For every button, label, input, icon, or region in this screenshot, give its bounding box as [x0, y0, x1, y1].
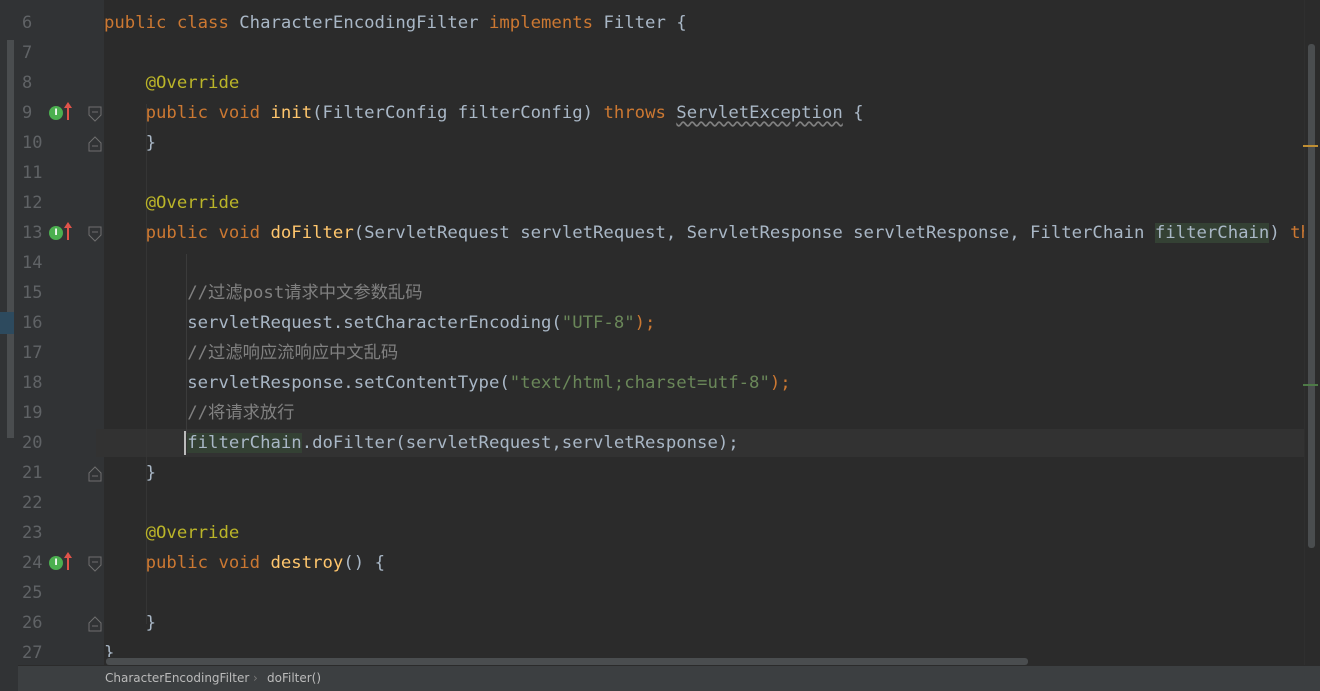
line-number: 8 — [22, 73, 33, 93]
code-line[interactable]: servletResponse.setContentType("text/htm… — [104, 368, 1304, 398]
gutter-line: 25 — [18, 578, 104, 608]
fold-end-icon[interactable] — [88, 136, 102, 152]
gutter-line: 8 — [18, 68, 104, 98]
warning-marker[interactable] — [1303, 145, 1318, 147]
gutter-line: 20 — [18, 428, 104, 458]
line-number: 27 — [22, 643, 43, 663]
line-number: 11 — [22, 163, 43, 183]
fold-end-icon[interactable] — [88, 466, 102, 482]
line-number: 14 — [22, 253, 43, 273]
line-number: 22 — [22, 493, 43, 513]
fold-collapse-icon[interactable] — [88, 106, 102, 122]
change-marker[interactable] — [1303, 384, 1318, 386]
line-number: 24 — [22, 553, 43, 573]
line-number: 26 — [22, 613, 43, 633]
gutter-line: 23 — [18, 518, 104, 548]
code-line[interactable]: @Override — [104, 188, 1304, 218]
line-number: 19 — [22, 403, 43, 423]
line-number: 13 — [22, 223, 43, 243]
gutter-line: 26 — [18, 608, 104, 638]
breadcrumb-class[interactable]: CharacterEncodingFilter — [105, 666, 249, 691]
line-number: 18 — [22, 373, 43, 393]
gutter-line: 11 — [18, 158, 104, 188]
line-number: 17 — [22, 343, 43, 363]
code-line[interactable]: servletRequest.setCharacterEncoding("UTF… — [104, 308, 1304, 338]
breadcrumb-method[interactable]: doFilter() — [267, 666, 321, 691]
gutter-line: 6 — [18, 8, 104, 38]
line-number: 16 — [22, 313, 43, 333]
line-number: 20 — [22, 433, 43, 453]
line-number: 9 — [22, 103, 33, 123]
line-number: 12 — [22, 193, 43, 213]
gutter-line: 17 — [18, 338, 104, 368]
gutter-line: 10 — [18, 128, 104, 158]
breadcrumb-separator-icon: › — [253, 671, 258, 685]
vertical-scrollbar-thumb[interactable] — [1308, 44, 1315, 548]
code-line[interactable]: public void destroy() { — [104, 548, 1304, 578]
line-number: 6 — [22, 13, 33, 33]
gutter-line: 24 I — [18, 548, 104, 578]
line-number: 23 — [22, 523, 43, 543]
code-line[interactable]: } — [104, 608, 1304, 638]
up-arrow-icon[interactable] — [63, 220, 73, 242]
implements-method-icon[interactable]: I — [49, 106, 63, 120]
code-line[interactable]: public void doFilter(ServletRequest serv… — [104, 218, 1304, 248]
fold-end-icon[interactable] — [88, 616, 102, 632]
editor-gutter: 6 7 8 9 I 10 11 12 13 I 14 15 16 17 18 1… — [18, 0, 104, 665]
line-number: 25 — [22, 583, 43, 603]
code-line[interactable]: } — [104, 128, 1304, 158]
code-line[interactable]: public void init(FilterConfig filterConf… — [104, 98, 1304, 128]
gutter-line: 18 — [18, 368, 104, 398]
gutter-line: 15 — [18, 278, 104, 308]
fold-collapse-icon[interactable] — [88, 556, 102, 572]
gutter-line: 12 — [18, 188, 104, 218]
gutter-line: 9 I — [18, 98, 104, 128]
code-line[interactable]: //过滤post请求中文参数乱码 — [104, 278, 1304, 308]
code-editor[interactable]: public class CharacterEncodingFilter imp… — [104, 0, 1304, 660]
line-number: 21 — [22, 463, 43, 483]
line-number: 10 — [22, 133, 43, 153]
fold-collapse-icon[interactable] — [88, 226, 102, 242]
gutter-line: 7 — [18, 38, 104, 68]
code-line[interactable]: } — [104, 458, 1304, 488]
code-line[interactable]: @Override — [104, 518, 1304, 548]
gutter-line: 27 — [18, 638, 104, 668]
horizontal-scrollbar-thumb[interactable] — [106, 658, 1028, 665]
code-line[interactable]: public class CharacterEncodingFilter imp… — [104, 8, 1304, 38]
code-line[interactable]: //将请求放行 — [104, 398, 1304, 428]
breadcrumb: CharacterEncodingFilter › doFilter() — [18, 666, 1320, 691]
left-scrollbar-thumb[interactable] — [7, 40, 14, 438]
code-line[interactable]: filterChain.doFilter(servletRequest,serv… — [104, 428, 1304, 458]
up-arrow-icon[interactable] — [63, 100, 73, 122]
gutter-line: 16 — [18, 308, 104, 338]
line-number: 7 — [22, 43, 33, 63]
implements-method-icon[interactable]: I — [49, 226, 63, 240]
gutter-line: 22 — [18, 488, 104, 518]
code-line[interactable]: //过滤响应流响应中文乱码 — [104, 338, 1304, 368]
text-caret — [184, 431, 186, 455]
up-arrow-icon[interactable] — [63, 550, 73, 572]
line-number: 15 — [22, 283, 43, 303]
left-position-marker — [0, 312, 14, 334]
gutter-line: 13 I — [18, 218, 104, 248]
implements-method-icon[interactable]: I — [49, 556, 63, 570]
code-line[interactable]: @Override — [104, 68, 1304, 98]
gutter-line: 19 — [18, 398, 104, 428]
gutter-line: 21 — [18, 458, 104, 488]
gutter-line: 14 — [18, 248, 104, 278]
